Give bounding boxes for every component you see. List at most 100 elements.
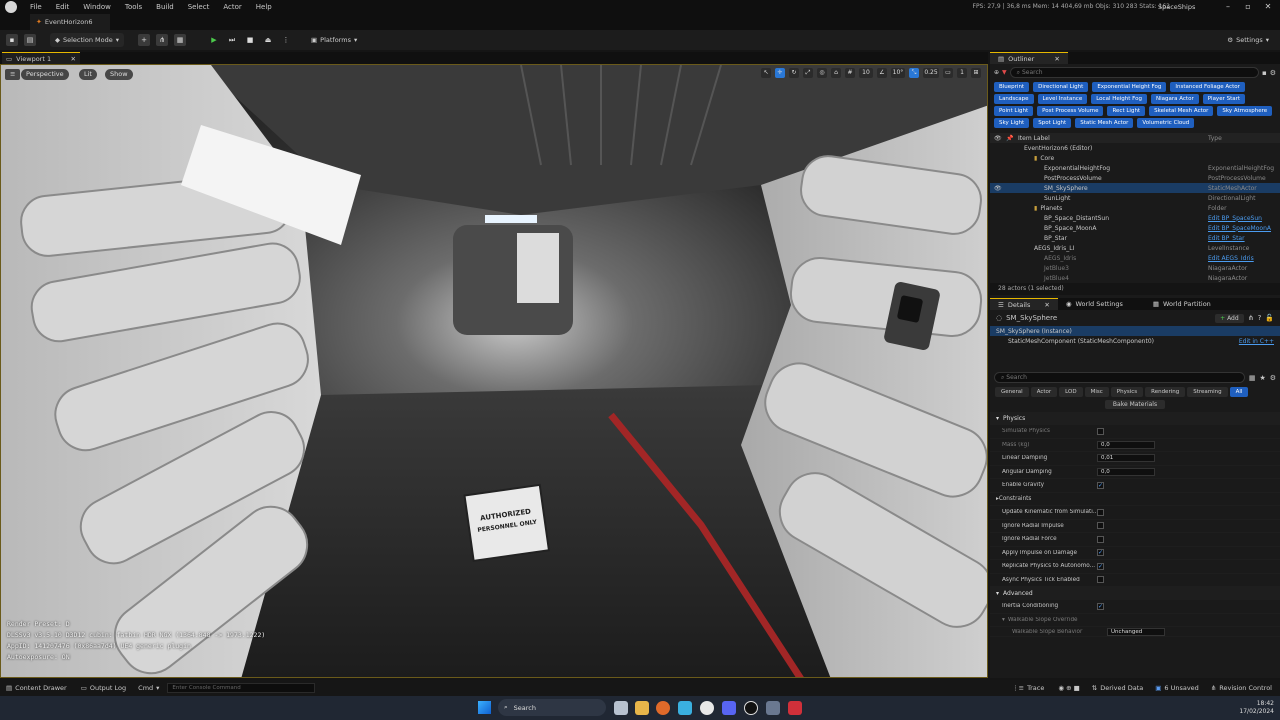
perspective-button[interactable]: Perspective: [21, 69, 69, 80]
item-label-header[interactable]: Item Label: [1018, 135, 1208, 142]
outliner-row[interactable]: ExponentialHeightFog ExponentialHeightFog: [990, 163, 1280, 173]
close-window-icon[interactable]: ✕: [1258, 2, 1278, 11]
level-viewport[interactable]: AUTHORIZED PERSONNEL ONLY ≡ Perspective …: [0, 64, 988, 678]
translate-tool-icon[interactable]: ✛: [775, 68, 785, 78]
content-browser-icon[interactable]: ▤: [24, 34, 36, 46]
camera-speed-icon[interactable]: ▭: [943, 68, 953, 78]
grid-snap-value[interactable]: 10: [859, 68, 873, 78]
property-checkbox[interactable]: ✓: [1097, 481, 1104, 489]
save-outliner-icon[interactable]: ▪: [1262, 69, 1267, 77]
edit-cpp-link[interactable]: Edit in C++: [1239, 338, 1274, 345]
property-checkbox[interactable]: [1097, 427, 1104, 435]
menu-actor[interactable]: Actor: [216, 3, 248, 11]
taskbar-search[interactable]: ⌕ Search: [498, 699, 606, 716]
type-filter-chip[interactable]: Sky Light: [994, 118, 1030, 128]
file-explorer-icon[interactable]: [635, 701, 649, 715]
outliner-row[interactable]: BP_Star Edit BP_Star: [990, 233, 1280, 243]
play-options-icon[interactable]: ⋮: [280, 34, 292, 46]
advance-frame-icon[interactable]: ⏭: [226, 34, 238, 46]
type-filter-chip[interactable]: Instanced Foliage Actor: [1170, 82, 1245, 92]
type-filter-chip[interactable]: Local Height Fog: [1091, 94, 1147, 104]
clock[interactable]: 18:42 17/02/2024: [1226, 700, 1274, 716]
select-tool-icon[interactable]: ↖: [761, 68, 771, 78]
viewport-tab[interactable]: ▭ Viewport 1 ✕: [2, 52, 80, 64]
unreal-logo-icon[interactable]: [5, 1, 17, 13]
maximize-viewport-icon[interactable]: ⊞: [971, 68, 981, 78]
outliner-row[interactable]: BP_Space_MoonA Edit BP_SpaceMoonA: [990, 223, 1280, 233]
app-icon[interactable]: [700, 701, 714, 715]
show-button[interactable]: Show: [105, 69, 133, 80]
menu-tools[interactable]: Tools: [118, 3, 149, 11]
menu-window[interactable]: Window: [76, 3, 118, 11]
menu-edit[interactable]: Edit: [49, 3, 77, 11]
stop-icon[interactable]: ■: [244, 34, 256, 46]
outliner-row-type[interactable]: Edit BP_Star: [1208, 235, 1280, 242]
firefox-icon[interactable]: [656, 701, 670, 715]
outliner-row[interactable]: BP_Space_DistantSun Edit BP_SpaceSun: [990, 213, 1280, 223]
maximize-icon[interactable]: ▫: [1238, 2, 1258, 11]
outliner-row[interactable]: EventHorizon6 (Editor): [990, 143, 1280, 153]
property-number-field[interactable]: 0,0: [1097, 467, 1155, 476]
details-filter-tab[interactable]: Physics: [1110, 387, 1144, 397]
console-command-input[interactable]: Enter Console Command: [167, 683, 316, 693]
unsaved-button[interactable]: 6 Unsaved: [1164, 684, 1198, 692]
grid-snap-icon[interactable]: #: [845, 68, 855, 78]
save-icon[interactable]: ▪: [6, 34, 18, 46]
add-actor-icon[interactable]: +: [138, 34, 150, 46]
type-filter-chip[interactable]: Spot Light: [1033, 118, 1072, 128]
details-filter-tab[interactable]: LOD: [1059, 387, 1083, 397]
settings-gear-icon[interactable]: ⚙: [1270, 69, 1276, 77]
details-filter-tab[interactable]: Streaming: [1187, 387, 1228, 397]
property-checkbox[interactable]: ✓: [1097, 549, 1104, 557]
walkable-behavior-dropdown[interactable]: Unchanged: [1107, 627, 1165, 636]
physics-section-header[interactable]: ▾ Physics: [990, 412, 1280, 425]
details-filter-tab[interactable]: Misc: [1084, 387, 1109, 397]
record-icon[interactable]: ◉ ⊕ ■: [1058, 684, 1079, 692]
property-number-field[interactable]: 0,0: [1097, 440, 1155, 449]
settings-gear-icon[interactable]: ⚙: [1270, 374, 1276, 382]
outliner-row[interactable]: SunLight DirectionalLight: [990, 193, 1280, 203]
type-filter-chip[interactable]: Niagara Actor: [1150, 94, 1199, 104]
outliner-row[interactable]: ▮ Planets Folder: [990, 203, 1280, 213]
outliner-row[interactable]: AEGS_Idris_LI LevelInstance: [990, 243, 1280, 253]
trace-button[interactable]: Trace: [1027, 684, 1044, 692]
type-filter-chip[interactable]: Level Instance: [1037, 94, 1088, 104]
details-filter-tab[interactable]: Actor: [1030, 387, 1058, 397]
type-filter-chip[interactable]: Directional Light: [1033, 82, 1089, 92]
property-checkbox[interactable]: [1097, 522, 1104, 530]
camera-speed-value[interactable]: 1: [957, 68, 967, 78]
platforms-dropdown[interactable]: ▣ Platforms ▾: [306, 33, 362, 47]
discord-icon[interactable]: [722, 701, 736, 715]
outliner-row-type[interactable]: Edit BP_SpaceSun: [1208, 215, 1280, 222]
content-drawer-button[interactable]: Content Drawer: [15, 684, 67, 692]
rotate-tool-icon[interactable]: ↻: [789, 68, 799, 78]
type-filter-chip[interactable]: Exponential Height Fog: [1092, 82, 1167, 92]
blueprint-icon[interactable]: ⋔: [1248, 314, 1254, 322]
advanced-section-header[interactable]: ▾ Advanced: [990, 587, 1280, 600]
property-checkbox[interactable]: ✓: [1097, 562, 1104, 570]
visibility-icon[interactable]: 👁: [994, 135, 1006, 142]
details-tab[interactable]: ☰ Details ✕: [990, 298, 1058, 310]
type-filter-chip[interactable]: Landscape: [994, 94, 1034, 104]
type-filter-chip[interactable]: Post Process Volume: [1037, 106, 1104, 116]
app-icon[interactable]: [766, 701, 780, 715]
menu-select[interactable]: Select: [181, 3, 217, 11]
task-view-icon[interactable]: [614, 701, 628, 715]
cmd-dropdown[interactable]: Cmd: [138, 684, 153, 692]
scale-snap-icon[interactable]: ⤡: [909, 68, 919, 78]
favorites-star-icon[interactable]: ★: [1259, 374, 1265, 382]
lock-icon[interactable]: 🔓: [1265, 314, 1274, 322]
help-icon[interactable]: ?: [1258, 314, 1262, 322]
close-tab-icon[interactable]: ✕: [71, 55, 76, 63]
close-tab-icon[interactable]: ✕: [1044, 299, 1049, 311]
outliner-row[interactable]: PostProcessVolume PostProcessVolume: [990, 173, 1280, 183]
outliner-row[interactable]: AEGS_Idris Edit AEGS_Idris: [990, 253, 1280, 263]
world-space-icon[interactable]: ◎: [817, 68, 827, 78]
visibility-icon[interactable]: 👁: [990, 185, 1002, 192]
type-filter-chip[interactable]: Rect Light: [1107, 106, 1146, 116]
type-filter-chip[interactable]: Volumetric Cloud: [1137, 118, 1195, 128]
type-filter-chip[interactable]: Point Light: [994, 106, 1034, 116]
derived-data-button[interactable]: Derived Data: [1100, 684, 1143, 692]
unreal-engine-icon[interactable]: [744, 701, 758, 715]
property-checkbox[interactable]: [1097, 576, 1104, 584]
